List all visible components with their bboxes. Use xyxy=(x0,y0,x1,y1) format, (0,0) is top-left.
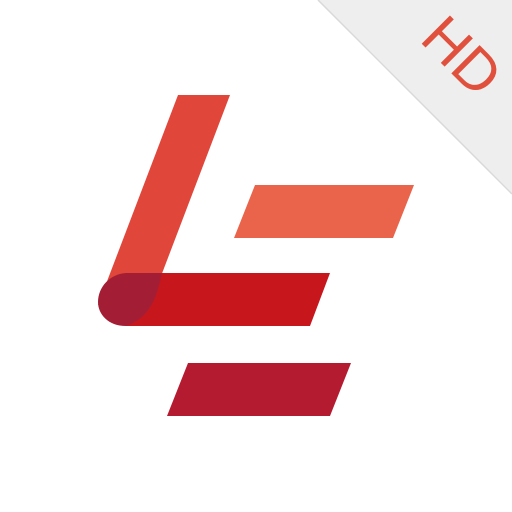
logo-bottom-bar xyxy=(167,363,351,416)
hd-corner-badge-icon: HD xyxy=(317,0,512,195)
logo-top-bar xyxy=(234,185,414,238)
le-logo-icon: HD xyxy=(98,0,512,416)
app-icon[interactable]: HD xyxy=(0,0,512,512)
